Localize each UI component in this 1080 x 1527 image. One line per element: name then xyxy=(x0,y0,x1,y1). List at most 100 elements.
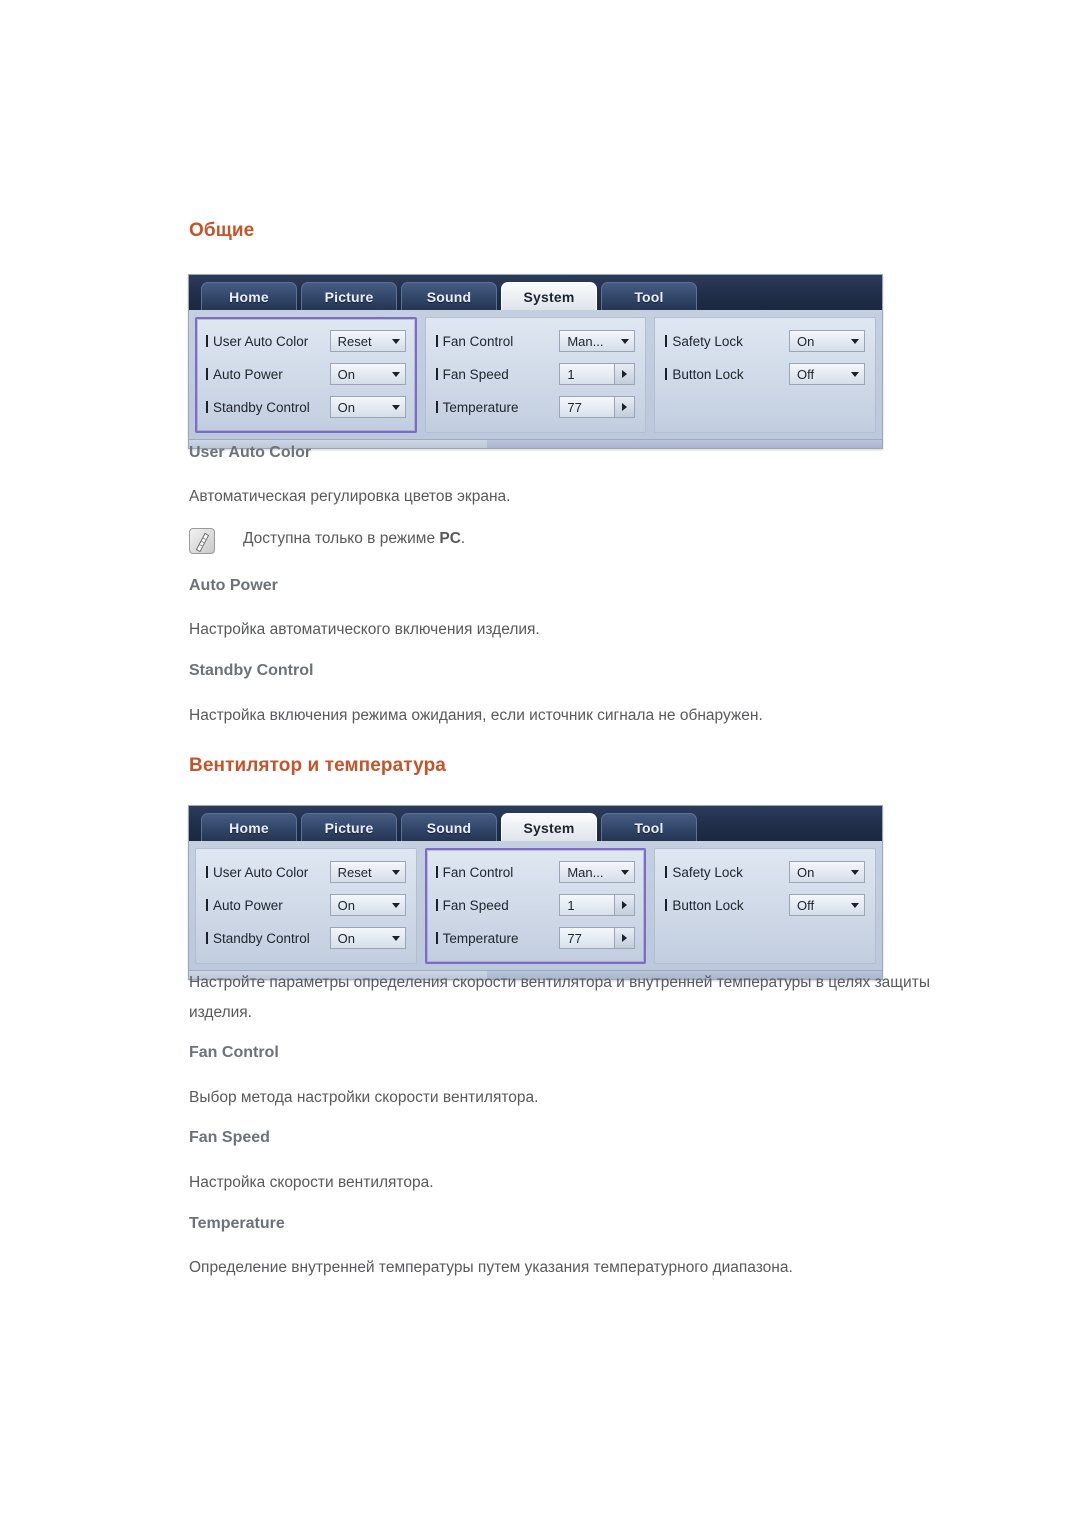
osd-tab-picture[interactable]: Picture xyxy=(301,813,397,841)
osd-dropdown-safety-lock[interactable]: On xyxy=(789,861,866,883)
osd-dropdown-standby-control[interactable]: On xyxy=(329,396,406,418)
body-auto-power: Настройка автоматического включения изде… xyxy=(189,621,540,638)
osd-row-auto-power[interactable]: Auto Power On xyxy=(206,891,406,919)
osd-label-standby-control: Standby Control xyxy=(206,931,330,946)
osd-tab-home[interactable]: Home xyxy=(201,282,297,310)
osd-row-standby-control[interactable]: Standby Control On xyxy=(206,924,406,952)
osd-label-fan-speed: Fan Speed xyxy=(435,367,560,382)
osd-row-standby-control[interactable]: Standby Control On xyxy=(206,393,406,421)
chevron-right-icon xyxy=(622,934,628,942)
osd-column-general: User Auto Color Reset Auto Power On Stan… xyxy=(195,317,417,433)
osd-row-user-auto-color[interactable]: User Auto Color Reset xyxy=(206,327,406,355)
osd-screenshot-general: Home Picture Sound System Tool User Auto… xyxy=(188,274,883,449)
bullet-icon xyxy=(435,932,438,944)
bullet-icon xyxy=(206,368,208,380)
chevron-right-icon xyxy=(622,403,628,411)
osd-row-fan-speed[interactable]: Fan Speed 1 xyxy=(435,891,636,919)
chevron-down-icon xyxy=(621,338,630,344)
osd-row-safety-lock[interactable]: Safety Lock On xyxy=(665,858,866,886)
note-pc-only: Доступна только в режиме PC. xyxy=(189,528,465,554)
osd-row-user-auto-color[interactable]: User Auto Color Reset xyxy=(206,858,406,886)
osd-tab-tool[interactable]: Tool xyxy=(601,813,697,841)
osd-tab-tool[interactable]: Tool xyxy=(601,282,697,310)
sub-heading-fan-control: Fan Control xyxy=(189,1044,279,1061)
osd-dropdown-user-auto-color[interactable]: Reset xyxy=(329,330,406,352)
chevron-right-icon xyxy=(622,370,628,378)
osd-body: User Auto Color Reset Auto Power On Stan… xyxy=(189,841,882,970)
osd-stepper-fan-speed[interactable]: 1 xyxy=(559,894,636,916)
bullet-icon xyxy=(435,866,438,878)
osd-dropdown-fan-control[interactable]: Man... xyxy=(559,330,636,352)
osd-label-safety-lock: Safety Lock xyxy=(665,865,789,880)
sub-heading-standby-control: Standby Control xyxy=(189,662,314,679)
osd-row-safety-lock[interactable]: Safety Lock On xyxy=(665,327,866,355)
osd-dropdown-button-lock[interactable]: Off xyxy=(789,363,866,385)
osd-tab-system[interactable]: System xyxy=(501,813,597,841)
sub-heading-fan-speed: Fan Speed xyxy=(189,1129,270,1146)
bullet-icon xyxy=(435,401,438,413)
chevron-down-icon xyxy=(391,371,400,377)
chevron-down-icon xyxy=(391,338,400,344)
osd-label-fan-control: Fan Control xyxy=(435,334,560,349)
sub-heading-auto-power: Auto Power xyxy=(189,577,278,594)
osd-label-temperature: Temperature xyxy=(435,400,560,415)
chevron-down-icon xyxy=(391,902,400,908)
osd-row-button-lock[interactable]: Button Lock Off xyxy=(665,360,866,388)
chevron-down-icon xyxy=(391,935,400,941)
osd-label-fan-control: Fan Control xyxy=(435,865,560,880)
document-page: Общие Home Picture Sound System Tool Use… xyxy=(0,0,1080,1527)
osd-dropdown-safety-lock[interactable]: On xyxy=(789,330,866,352)
osd-dropdown-user-auto-color[interactable]: Reset xyxy=(329,861,406,883)
osd-dropdown-fan-control[interactable]: Man... xyxy=(559,861,636,883)
osd-stepper-temperature[interactable]: 77 xyxy=(559,927,636,949)
osd-row-auto-power[interactable]: Auto Power On xyxy=(206,360,406,388)
note-pen-icon xyxy=(189,528,215,554)
body-standby-control: Настройка включения режима ожидания, есл… xyxy=(189,707,763,724)
osd-stepper-next-button[interactable] xyxy=(615,396,636,418)
body-fan-control: Выбор метода настройки скорости вентилят… xyxy=(189,1089,539,1106)
osd-row-fan-speed[interactable]: Fan Speed 1 xyxy=(435,360,636,388)
osd-row-fan-control[interactable]: Fan Control Man... xyxy=(435,858,636,886)
chevron-down-icon xyxy=(851,371,860,377)
chevron-down-icon xyxy=(391,404,400,410)
osd-tabbar: Home Picture Sound System Tool xyxy=(189,806,882,841)
sub-heading-user-auto-color: User Auto Color xyxy=(189,444,312,461)
osd-stepper-next-button[interactable] xyxy=(615,927,636,949)
note-text: Доступна только в режиме PC. xyxy=(243,530,466,547)
body-temperature: Определение внутренней температуры путем… xyxy=(189,1259,793,1276)
osd-tab-picture[interactable]: Picture xyxy=(301,282,397,310)
osd-stepper-fan-speed[interactable]: 1 xyxy=(559,363,636,385)
osd-row-button-lock[interactable]: Button Lock Off xyxy=(665,891,866,919)
section-heading-fan-temperature: Вентилятор и температура xyxy=(189,755,446,776)
osd-tab-home[interactable]: Home xyxy=(201,813,297,841)
osd-label-fan-speed: Fan Speed xyxy=(435,898,560,913)
osd-row-temperature[interactable]: Temperature 77 xyxy=(435,924,636,952)
osd-dropdown-button-lock[interactable]: Off xyxy=(789,894,866,916)
bullet-icon xyxy=(665,368,668,380)
osd-row-temperature[interactable]: Temperature 77 xyxy=(435,393,636,421)
sub-heading-temperature: Temperature xyxy=(189,1215,285,1232)
bullet-icon xyxy=(206,932,208,944)
chevron-down-icon xyxy=(851,869,860,875)
osd-stepper-next-button[interactable] xyxy=(615,894,636,916)
osd-label-auto-power: Auto Power xyxy=(206,898,330,913)
chevron-right-icon xyxy=(622,901,628,909)
chevron-down-icon xyxy=(391,869,400,875)
osd-stepper-next-button[interactable] xyxy=(615,363,636,385)
osd-dropdown-auto-power[interactable]: On xyxy=(329,363,406,385)
osd-tab-system[interactable]: System xyxy=(501,282,597,310)
bullet-icon xyxy=(435,899,438,911)
osd-tab-sound[interactable]: Sound xyxy=(401,282,497,310)
osd-label-button-lock: Button Lock xyxy=(665,898,789,913)
osd-dropdown-standby-control[interactable]: On xyxy=(329,927,406,949)
osd-label-standby-control: Standby Control xyxy=(206,400,330,415)
bullet-icon xyxy=(206,866,208,878)
osd-row-fan-control[interactable]: Fan Control Man... xyxy=(435,327,636,355)
osd-dropdown-auto-power[interactable]: On xyxy=(329,894,406,916)
osd-label-button-lock: Button Lock xyxy=(665,367,789,382)
osd-stepper-temperature[interactable]: 77 xyxy=(559,396,636,418)
osd-tab-sound[interactable]: Sound xyxy=(401,813,497,841)
body-user-auto-color: Автоматическая регулировка цветов экрана… xyxy=(189,488,511,505)
bullet-icon xyxy=(206,401,208,413)
osd-column-fan: Fan Control Man... Fan Speed 1 Temperatu… xyxy=(424,848,647,964)
